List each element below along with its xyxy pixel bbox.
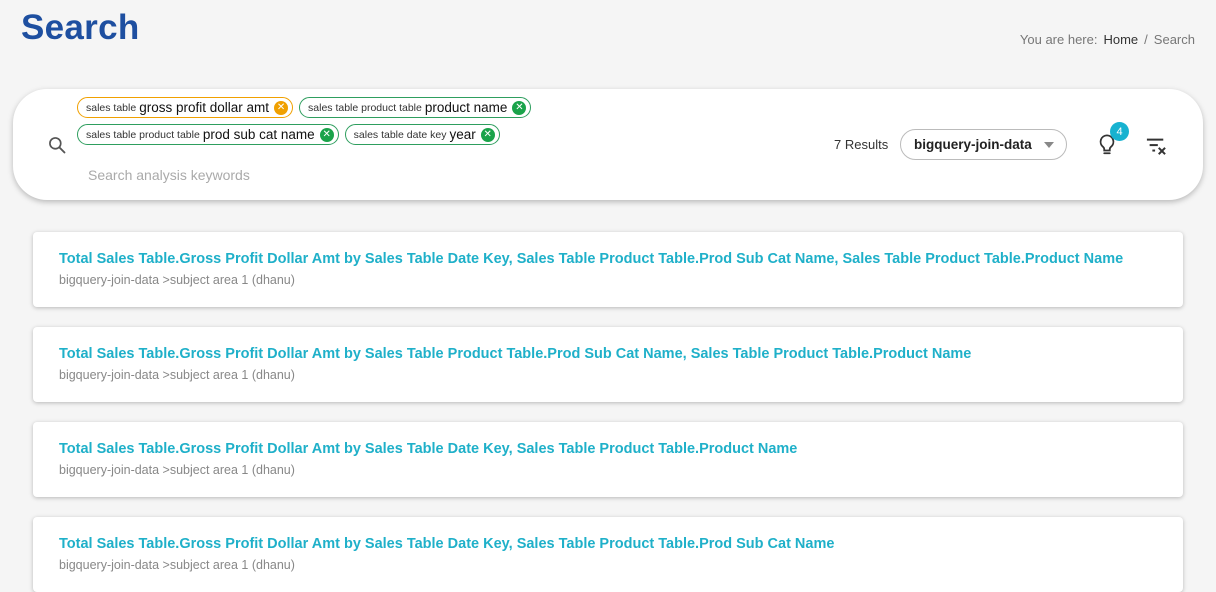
result-title-link[interactable]: Total Sales Table.Gross Profit Dollar Am…: [59, 536, 1157, 552]
page-title: Search: [21, 8, 140, 47]
source-select-value: bigquery-join-data: [914, 137, 1032, 152]
result-card[interactable]: Total Sales Table.Gross Profit Dollar Am…: [33, 327, 1183, 402]
result-title-link[interactable]: Total Sales Table.Gross Profit Dollar Am…: [59, 251, 1157, 267]
result-title-link[interactable]: Total Sales Table.Gross Profit Dollar Am…: [59, 346, 1157, 362]
chip-value: prod sub cat name: [202, 127, 315, 142]
search-panel: sales table gross profit dollar amt ✕ sa…: [13, 89, 1203, 200]
search-chip[interactable]: sales table product table prod sub cat n…: [77, 124, 339, 145]
result-path: bigquery-join-data >subject area 1 (dhan…: [59, 273, 295, 287]
breadcrumb-separator: /: [1144, 32, 1148, 47]
close-circle-icon[interactable]: ✕: [512, 100, 527, 115]
search-chips: sales table gross profit dollar amt ✕ sa…: [77, 97, 597, 151]
close-circle-icon[interactable]: ✕: [274, 100, 289, 115]
result-card[interactable]: Total Sales Table.Gross Profit Dollar Am…: [33, 422, 1183, 497]
result-path: bigquery-join-data >subject area 1 (dhan…: [59, 368, 295, 382]
chip-context: sales table product table: [308, 101, 422, 114]
result-card[interactable]: Total Sales Table.Gross Profit Dollar Am…: [33, 232, 1183, 307]
source-select[interactable]: bigquery-join-data: [900, 129, 1067, 160]
search-chip[interactable]: sales table product table product name ✕: [299, 97, 532, 118]
breadcrumb-current: Search: [1153, 32, 1195, 47]
chip-value: product name: [424, 100, 508, 115]
breadcrumb-home-link[interactable]: Home: [1103, 32, 1138, 47]
close-circle-icon[interactable]: ✕: [480, 127, 495, 142]
breadcrumb-prefix: You are here:: [1019, 32, 1098, 47]
clear-filter-icon[interactable]: [1145, 136, 1167, 156]
result-path: bigquery-join-data >subject area 1 (dhan…: [59, 463, 295, 477]
close-circle-icon[interactable]: ✕: [319, 127, 334, 142]
search-chip[interactable]: sales table date key year ✕: [344, 124, 500, 145]
chip-context: sales table date key: [353, 128, 447, 141]
chip-value: year: [449, 127, 476, 142]
breadcrumb: You are here: Home / Search: [1020, 32, 1195, 47]
chip-context: sales table: [86, 101, 137, 114]
chip-value: gross profit dollar amt: [139, 100, 270, 115]
search-input[interactable]: [86, 163, 590, 187]
result-path: bigquery-join-data >subject area 1 (dhan…: [59, 558, 295, 572]
chevron-down-icon: [1044, 142, 1054, 148]
hints-badge: 4: [1110, 122, 1129, 141]
result-title-link[interactable]: Total Sales Table.Gross Profit Dollar Am…: [59, 441, 1157, 457]
search-icon[interactable]: [47, 135, 67, 155]
search-chip[interactable]: sales table gross profit dollar amt ✕: [77, 97, 294, 118]
chip-context: sales table product table: [86, 128, 200, 141]
result-card[interactable]: Total Sales Table.Gross Profit Dollar Am…: [33, 517, 1183, 592]
results-count: 7 Results: [834, 137, 889, 152]
